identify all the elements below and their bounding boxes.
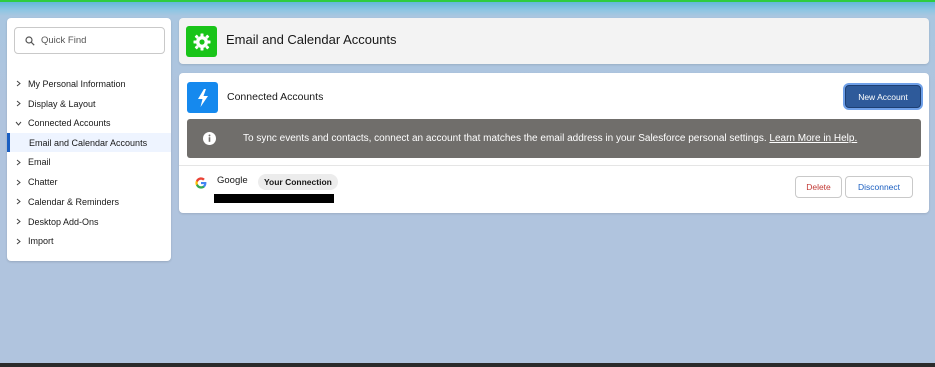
new-account-button[interactable]: New Account <box>845 85 921 108</box>
nav-item-label: Email <box>28 157 51 168</box>
delete-button[interactable]: Delete <box>795 176 842 198</box>
nav-item-my-personal-information[interactable]: My Personal Information <box>7 74 171 94</box>
nav-item-connected-accounts[interactable]: Connected Accounts <box>7 114 171 134</box>
info-banner-message: To sync events and contacts, connect an … <box>243 133 770 144</box>
nav-item-label: Calendar & Reminders <box>28 196 120 207</box>
setup-nav-list: My Personal Information Display & Layout… <box>7 74 171 251</box>
account-provider: Google <box>217 175 248 186</box>
nav-item-label: My Personal Information <box>28 78 126 89</box>
nav-item-email[interactable]: Email <box>7 152 171 172</box>
nav-item-label: Import <box>28 236 54 247</box>
lightning-icon <box>187 82 218 113</box>
nav-item-display-layout[interactable]: Display & Layout <box>7 94 171 114</box>
window-top-strip <box>0 0 935 16</box>
nav-item-calendar-reminders[interactable]: Calendar & Reminders <box>7 192 171 212</box>
quick-find-input[interactable] <box>41 35 151 46</box>
page-title: Email and Calendar Accounts <box>226 32 397 47</box>
info-banner-text: To sync events and contacts, connect an … <box>243 133 857 144</box>
your-connection-badge: Your Connection <box>258 174 338 190</box>
page-header: Email and Calendar Accounts <box>179 18 929 64</box>
search-icon <box>25 35 35 46</box>
card-title: Connected Accounts <box>227 91 324 103</box>
divider <box>179 165 929 166</box>
disconnect-button[interactable]: Disconnect <box>845 176 913 198</box>
chevron-right-icon <box>16 159 21 166</box>
nav-item-label: Connected Accounts <box>28 118 111 129</box>
chevron-right-icon <box>16 238 21 245</box>
redacted-account-email <box>214 194 334 203</box>
nav-item-desktop-add-ons[interactable]: Desktop Add-Ons <box>7 212 171 232</box>
google-icon <box>195 177 207 189</box>
setup-sidebar: My Personal Information Display & Layout… <box>7 18 171 261</box>
gear-icon <box>186 26 217 57</box>
nav-subitem-email-calendar-accounts[interactable]: Email and Calendar Accounts <box>7 133 171 153</box>
nav-subitem-label: Email and Calendar Accounts <box>29 137 148 148</box>
connected-accounts-card: Connected Accounts New Account To sync e… <box>179 73 929 213</box>
chevron-right-icon <box>16 218 21 225</box>
nav-item-chatter[interactable]: Chatter <box>7 172 171 192</box>
chevron-right-icon <box>16 100 21 107</box>
info-icon <box>203 132 216 145</box>
quick-find-box[interactable] <box>14 27 165 54</box>
chevron-down-icon <box>15 121 22 126</box>
chevron-right-icon <box>16 81 21 87</box>
window-bottom-edge <box>0 363 935 367</box>
learn-more-link[interactable]: Learn More in Help. <box>769 133 857 144</box>
nav-item-label: Chatter <box>28 177 58 188</box>
chevron-right-icon <box>16 198 21 205</box>
nav-item-import[interactable]: Import <box>7 232 171 252</box>
nav-item-label: Desktop Add-Ons <box>28 216 99 227</box>
chevron-right-icon <box>16 179 21 185</box>
info-banner: To sync events and contacts, connect an … <box>187 119 921 158</box>
nav-item-label: Display & Layout <box>28 98 96 109</box>
